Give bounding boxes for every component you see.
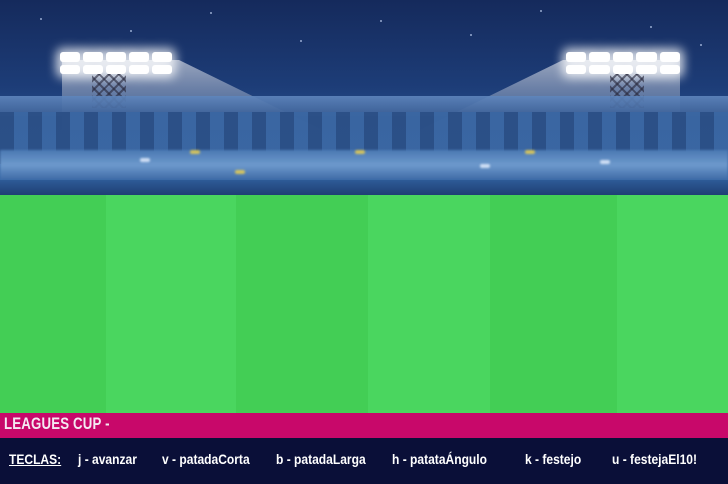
floodlight-left-icon bbox=[60, 52, 172, 74]
game-scene: LEAGUES CUP - TECLAS: j - avanzar v - pa… bbox=[0, 0, 728, 484]
control-key-avanzar: j - avanzar bbox=[78, 451, 137, 467]
controls-bar: TECLAS: j - avanzar v - patadaCorta b - … bbox=[0, 438, 728, 484]
stadium-background bbox=[0, 0, 728, 195]
control-key-festejo: k - festejo bbox=[525, 451, 582, 467]
control-key-festeja-el10: u - festejaEl10! bbox=[612, 451, 697, 467]
soccer-field bbox=[0, 195, 728, 413]
controls-label: TECLAS: bbox=[9, 451, 62, 467]
control-key-patada-corta: v - patadaCorta bbox=[162, 451, 250, 467]
floodlight-right-icon bbox=[566, 52, 680, 74]
stadium-crowd bbox=[0, 150, 728, 180]
control-key-patata-angulo: h - patataÁngulo bbox=[392, 451, 487, 467]
control-key-patada-larga: b - patadaLarga bbox=[276, 451, 366, 467]
league-title: LEAGUES CUP - bbox=[4, 414, 110, 433]
title-bar: LEAGUES CUP - bbox=[0, 413, 728, 438]
stadium-rail bbox=[0, 180, 728, 195]
